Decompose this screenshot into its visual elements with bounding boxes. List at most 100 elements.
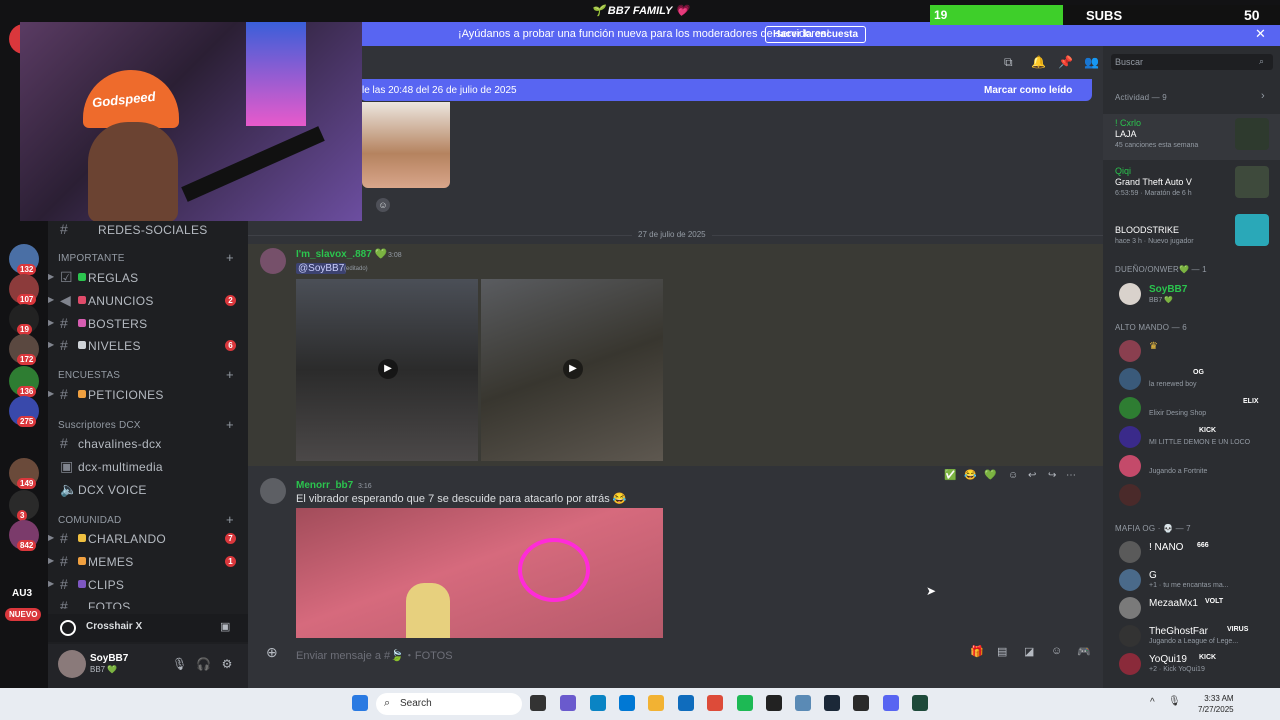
member-item[interactable]: ELIX Elixir Desing Shop [1115,396,1275,420]
add-reaction-icon[interactable]: ☺ [376,198,390,212]
channel-reglas[interactable]: ▶ ☑ REGLAS [48,268,248,288]
server-icon[interactable]: 132 [9,244,39,275]
video-attachment[interactable]: ▶ [481,279,663,461]
server-icon[interactable]: 275 [9,396,39,427]
chrome-icon[interactable] [707,695,723,711]
search-input[interactable]: Buscar ⌕ [1111,54,1273,70]
app-icon[interactable] [795,695,811,711]
reply-icon[interactable]: ↩ [1028,470,1036,481]
add-channel-icon[interactable]: + [226,512,234,527]
microphone-icon[interactable]: 🎙 [172,657,187,671]
steam-icon[interactable] [824,695,840,711]
sticker-icon[interactable]: ◪ [1024,645,1034,658]
category-suscriptores[interactable]: Suscriptores DCX [58,420,141,431]
channel-dcx-multimedia[interactable]: ▣ dcx-multimedia [48,457,248,477]
channel-memes[interactable]: ▶ # MEMES 1 [48,552,248,572]
add-channel-icon[interactable]: + [226,417,234,432]
emoji-reaction-icon[interactable]: 😂 [964,470,976,481]
threads-icon[interactable]: ⧉ [1004,55,1013,70]
gear-icon[interactable]: ⚙ [220,657,234,671]
server-icon[interactable]: 19 [9,304,39,335]
channel-bosters[interactable]: ▶ # BOSTERS [48,314,248,334]
channel-clips[interactable]: ▶ # CLIPS [48,575,248,595]
windows-start-icon[interactable] [352,695,368,711]
crosshair-overlay[interactable]: Crosshair X ▣ [48,614,248,642]
activity-card[interactable]: ! Cxrlo LAJA 45 canciones esta semana [1103,114,1280,160]
survey-button[interactable]: Hacer la encuesta [765,26,867,43]
outlook-icon[interactable] [678,695,694,711]
channel-dcx-voice[interactable]: 🔈 DCX VOICE [48,480,248,500]
member-item[interactable] [1115,483,1275,507]
forward-icon[interactable]: ↪ [1048,470,1056,481]
member-item[interactable]: YoQui19 KICK +2 · Kick YoQui19 [1115,652,1275,676]
member-item[interactable]: OG la renewed boy [1115,367,1275,391]
gift-icon[interactable]: 🎁 [970,645,984,658]
pin-icon[interactable]: 📌 [1058,55,1073,69]
member-item[interactable]: Jugando a Fortnite [1115,454,1275,478]
microphone-icon[interactable]: 🎙 [1168,696,1181,707]
activity-icon[interactable]: 🎮 [1077,645,1091,658]
channel-peticiones[interactable]: ▶ # PETICIONES [48,385,248,405]
member-item[interactable]: G +1 · tu me encantas ma... [1115,568,1275,592]
add-channel-icon[interactable]: + [226,250,234,265]
message-author[interactable]: I'm_slavox_.887 💚 [296,249,387,260]
member-item[interactable]: ! NANO 666 [1115,540,1275,564]
more-icon[interactable]: ⋯ [1066,470,1076,481]
server-icon[interactable]: 842 [9,520,39,551]
member-item[interactable]: MezaaMx1 VOLT [1115,596,1275,620]
message-image[interactable] [362,102,450,188]
server-icon[interactable]: 3 [9,490,39,521]
play-icon[interactable]: ▶ [378,359,398,379]
channel-anuncios[interactable]: ▶ ◀ ANUNCIOS 2 [48,291,248,311]
server-icon[interactable]: 172 [9,334,39,365]
add-reaction-icon[interactable]: ☺ [1008,470,1018,481]
taskbar-search[interactable]: ⌕ Search [376,693,522,715]
member-item[interactable]: TheGhostFar VIRUS Jugando a League of Lege… [1115,624,1275,648]
message-author[interactable]: Menorr_bb7 [296,480,353,491]
message-input[interactable]: ⊕ Enviar mensaje a #🍃・FOTOS 🎁 ▤ ◪ ☺ 🎮 [260,642,1095,662]
epic-games-icon[interactable] [853,695,869,711]
channel-niveles[interactable]: ▶ # NIVELES 6 [48,336,248,356]
category-importante[interactable]: IMPORTANTE [58,253,125,264]
new-messages-bar[interactable]: le las 20:48 del 26 de julio de 2025 Mar… [360,79,1092,101]
activity-card[interactable]: BLOODSTRIKE hace 3 h · Nuevo jugador [1103,210,1280,256]
member-item[interactable]: KICK MI LITTLE DEMON E UN LOCO [1115,425,1275,449]
task-view-icon[interactable] [530,695,546,711]
spotify-icon[interactable] [737,695,753,711]
add-channel-icon[interactable]: + [226,367,234,382]
category-comunidad[interactable]: COMUNIDAD [58,515,121,526]
user-mention[interactable]: @SoyBB7 [296,263,347,274]
heart-reaction-icon[interactable]: 💚 [984,470,996,481]
edge-icon[interactable] [590,695,606,711]
check-reaction-icon[interactable]: ✅ [944,470,956,481]
server-label-au3[interactable]: AU3 [12,588,32,599]
avatar[interactable] [260,478,286,504]
mark-read-button[interactable]: Marcar como leído [984,85,1072,96]
members-icon[interactable]: 👥 [1084,55,1099,69]
discord-icon[interactable] [883,695,899,711]
play-icon[interactable]: ▶ [563,359,583,379]
obs-icon[interactable] [766,695,782,711]
member-item[interactable]: ♛ [1115,339,1275,363]
server-icon[interactable]: 107 [9,274,39,305]
channel-chavalines-dcx[interactable]: # chavalines-dcx [48,434,248,454]
tray-chevron-icon[interactable]: ^ [1150,697,1155,708]
video-attachment[interactable]: ▶ [296,279,478,461]
new-badge[interactable]: NUEVO [5,608,42,621]
emoji-icon[interactable]: ☺ [1051,645,1062,657]
avatar[interactable] [260,248,286,274]
store-icon[interactable] [619,695,635,711]
video-attachment[interactable] [296,508,663,638]
activity-card[interactable]: Qiqi Grand Theft Auto V 6:53:59 · Marató… [1103,162,1280,208]
avatar[interactable] [58,650,86,678]
close-icon[interactable]: ✕ [1255,26,1266,42]
server-icon[interactable]: 136 [9,366,39,397]
channel-charlando[interactable]: ▶ # CHARLANDO 7 [48,529,248,549]
copilot-icon[interactable] [560,695,576,711]
terminal-icon[interactable] [912,695,928,711]
bell-icon[interactable]: 🔔 [1031,55,1046,69]
taskbar-clock[interactable]: 3:33 AM 7/27/2025 [1198,693,1234,715]
screen-share-icon[interactable]: ▣ [220,620,230,633]
chevron-right-icon[interactable]: › [1261,90,1265,102]
file-explorer-icon[interactable] [648,695,664,711]
